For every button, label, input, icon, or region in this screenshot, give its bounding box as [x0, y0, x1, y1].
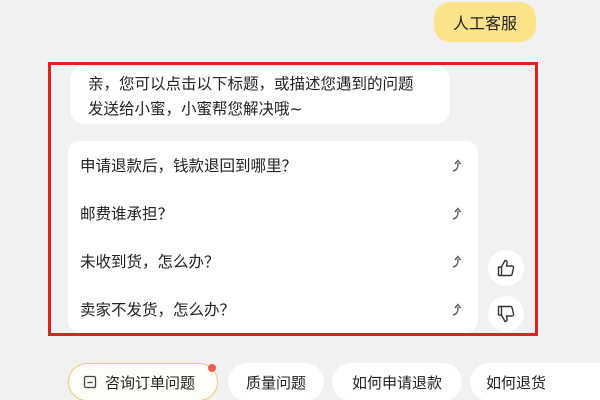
chip-how-to-refund[interactable]: 如何申请退款 — [332, 363, 462, 400]
highlight-frame — [48, 62, 538, 336]
chip-label: 如何退货 — [486, 373, 547, 392]
chip-label: 咨询订单问题 — [105, 373, 196, 392]
notification-dot — [208, 364, 216, 372]
order-icon — [83, 375, 97, 389]
chat-screen: 人工客服 亲，您可以点击以下标题，或描述您遇到的问题 发送给小蜜，小蜜帮您解决哦… — [0, 0, 600, 400]
chip-quality-issue[interactable]: 质量问题 — [228, 363, 324, 400]
outgoing-message-bubble: 人工客服 — [434, 2, 536, 42]
chip-label: 质量问题 — [245, 373, 306, 392]
outgoing-message-text: 人工客服 — [452, 14, 517, 33]
chip-how-to-return[interactable]: 如何退货 — [470, 363, 600, 400]
chip-order-inquiry[interactable]: 咨询订单问题 — [68, 363, 218, 400]
chip-label: 如何申请退款 — [351, 373, 442, 392]
